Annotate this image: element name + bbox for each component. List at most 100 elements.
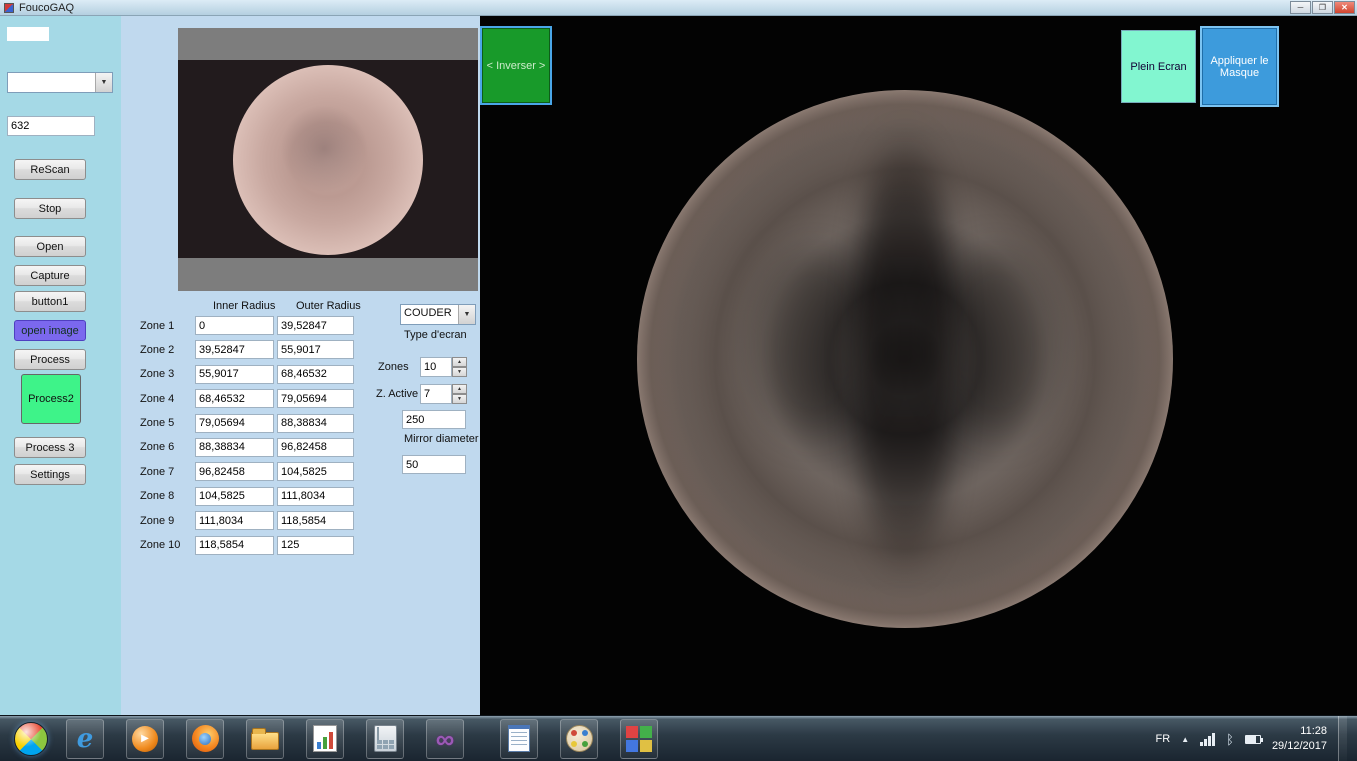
zone-inner-radius-input[interactable] xyxy=(195,486,274,506)
process3-button[interactable]: Process 3 xyxy=(14,437,86,458)
zone-inner-radius-input[interactable] xyxy=(195,535,274,555)
clock-date: 29/12/2017 xyxy=(1271,740,1327,752)
start-button-icon[interactable] xyxy=(14,721,48,756)
chart-app-icon[interactable] xyxy=(306,718,344,759)
mirror-radius-input[interactable] xyxy=(402,410,466,429)
zone-outer-radius-input[interactable] xyxy=(277,437,354,457)
zone-inner-radius-input[interactable] xyxy=(195,389,274,409)
zone-outer-radius-input[interactable] xyxy=(277,413,354,433)
zone-outer-radius-input[interactable] xyxy=(277,340,354,360)
appliquer-masque-button[interactable]: Appliquer le Masque xyxy=(1200,26,1279,107)
zone-row: Zone 4 xyxy=(133,389,393,409)
capture-button[interactable]: Capture xyxy=(14,265,86,286)
calculator-icon[interactable] xyxy=(366,718,404,759)
hidden-icons-arrow-icon[interactable]: ▲ xyxy=(1181,735,1189,744)
process2-button[interactable]: Process2 xyxy=(21,374,81,424)
zone-row: Zone 2 xyxy=(133,340,393,360)
internet-explorer-icon[interactable]: e xyxy=(66,718,104,759)
spin-down-icon[interactable]: ▼ xyxy=(452,394,467,404)
zone-row: Zone 3 xyxy=(133,364,393,384)
spin-up-icon[interactable]: ▲ xyxy=(452,357,467,367)
zone-row: Zone 5 xyxy=(133,413,393,433)
inner-radius-header: Inner Radius xyxy=(213,300,276,312)
zone-label: Zone 8 xyxy=(140,490,175,503)
maximize-button[interactable]: ❐ xyxy=(1312,1,1333,14)
chevron-down-icon[interactable]: ▼ xyxy=(458,305,475,324)
zone-inner-radius-input[interactable] xyxy=(195,437,274,457)
show-desktop-button[interactable] xyxy=(1338,716,1347,761)
windows-explorer-icon[interactable] xyxy=(246,718,284,759)
active-zone-stepper[interactable]: ▲ ▼ xyxy=(420,384,467,404)
clock[interactable]: 11:28 29/12/2017 xyxy=(1272,724,1327,754)
zone-outer-radius-input[interactable] xyxy=(277,486,354,506)
zone-label: Zone 2 xyxy=(140,343,175,356)
zone-outer-radius-input[interactable] xyxy=(277,364,354,384)
zone-label: Zone 9 xyxy=(140,514,175,527)
close-button[interactable]: ✕ xyxy=(1334,1,1355,14)
zone-inner-radius-input[interactable] xyxy=(195,340,274,360)
taskbar-icons: e ▶ ∞ xyxy=(0,718,658,759)
open-button[interactable]: Open xyxy=(14,236,86,257)
battery-icon[interactable] xyxy=(1244,734,1263,744)
zone-label: Zone 4 xyxy=(140,392,175,405)
outer-radius-header: Outer Radius xyxy=(296,300,361,312)
paint-icon[interactable] xyxy=(560,718,598,759)
camera-select[interactable]: ▼ xyxy=(7,72,113,93)
process-button[interactable]: Process xyxy=(14,349,86,370)
mirror-shadow-band xyxy=(856,127,954,580)
active-zone-label: Z. Active xyxy=(376,388,419,400)
zone-row: Zone 7 xyxy=(133,462,393,482)
camera-select-value xyxy=(8,73,95,92)
spin-up-icon[interactable]: ▲ xyxy=(452,384,467,394)
screen-type-label: Type d'ecran xyxy=(404,329,467,341)
visual-studio-icon[interactable]: ∞ xyxy=(426,718,464,759)
zone-inner-radius-input[interactable] xyxy=(195,413,274,433)
foucault-image-viewer[interactable]: < Inverser > Plein Ecran Appliquer le Ma… xyxy=(480,16,1357,715)
zone-inner-radius-input[interactable] xyxy=(195,462,274,482)
chevron-down-icon[interactable]: ▼ xyxy=(95,73,112,92)
firefox-icon[interactable] xyxy=(186,718,224,759)
zone-outer-radius-input[interactable] xyxy=(277,389,354,409)
zone-outer-radius-input[interactable] xyxy=(277,511,354,531)
zone-inner-radius-input[interactable] xyxy=(195,511,274,531)
notepad-icon[interactable] xyxy=(500,718,538,759)
zones-panel: Inner Radius Outer Radius Zone 1 Zone 2 … xyxy=(121,16,480,715)
left-sidebar: ▼ ReScan Stop Open Capture button1 open … xyxy=(0,16,121,715)
zone-inner-radius-input[interactable] xyxy=(195,364,274,384)
blank-label xyxy=(7,27,49,41)
settings-button[interactable]: Settings xyxy=(14,464,86,485)
zone-outer-radius-input[interactable] xyxy=(277,462,354,482)
network-signal-icon[interactable] xyxy=(1200,732,1216,746)
zones-count-input[interactable] xyxy=(420,357,452,377)
zones-count-stepper[interactable]: ▲ ▼ xyxy=(420,357,467,377)
window-title: FoucoGAQ xyxy=(19,1,75,14)
zones-count-label: Zones xyxy=(378,361,409,373)
zone-outer-radius-input[interactable] xyxy=(277,535,354,555)
mirror-diameter-input[interactable] xyxy=(402,455,466,474)
screen-type-select[interactable]: COUDER ▼ xyxy=(400,304,476,325)
rescan-button[interactable]: ReScan xyxy=(14,159,86,180)
color-squares-icon[interactable] xyxy=(620,718,658,759)
stop-button[interactable]: Stop xyxy=(14,198,86,219)
mirror-foucault-image xyxy=(637,90,1173,628)
zone-outer-radius-input[interactable] xyxy=(277,316,354,335)
active-zone-input[interactable] xyxy=(420,384,452,404)
zone-row: Zone 1 xyxy=(133,316,393,335)
system-tray: FR ▲ ᛒ 11:28 29/12/2017 xyxy=(1156,716,1347,761)
button1-button[interactable]: button1 xyxy=(14,291,86,312)
language-indicator[interactable]: FR xyxy=(1156,733,1171,745)
minimize-button[interactable]: ─ xyxy=(1290,1,1311,14)
mirror-diameter-label: Mirror diameter xyxy=(404,433,479,445)
mirror-preview-disc xyxy=(233,65,423,255)
bluetooth-icon[interactable]: ᛒ xyxy=(1226,732,1234,747)
open-image-button[interactable]: open image xyxy=(14,320,86,341)
mirror-preview-image[interactable] xyxy=(178,60,478,258)
desktop: FoucoGAQ ─ ❐ ✕ ▼ ReScan Stop Open Captur… xyxy=(0,0,1357,761)
zone-inner-radius-input[interactable] xyxy=(195,316,274,335)
inverser-button[interactable]: < Inverser > xyxy=(480,26,552,105)
media-player-icon[interactable]: ▶ xyxy=(126,718,164,759)
plein-ecran-button[interactable]: Plein Ecran xyxy=(1121,30,1196,103)
wavelength-input[interactable] xyxy=(7,116,95,136)
zone-row: Zone 6 xyxy=(133,437,393,457)
spin-down-icon[interactable]: ▼ xyxy=(452,367,467,377)
